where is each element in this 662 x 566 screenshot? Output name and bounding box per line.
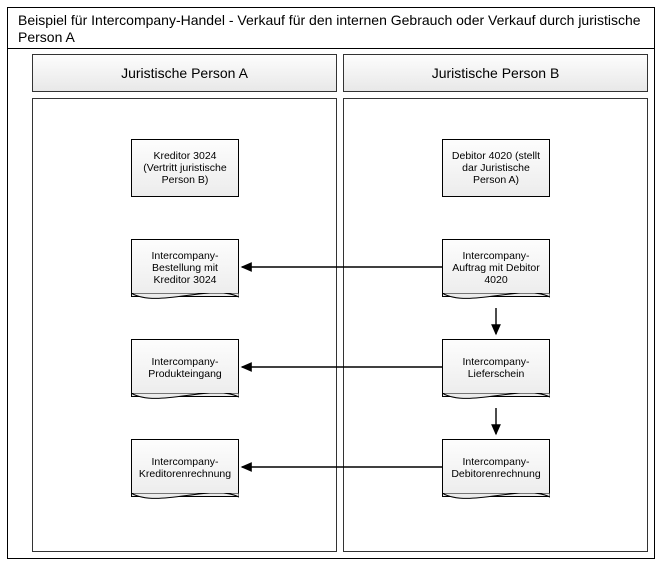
node-b-debitorenrechnung: Intercompany-Debitorenrechnung [442,439,550,497]
node-label: Intercompany-Lieferschein [447,356,545,380]
document-tail-icon [131,293,239,307]
node-a-kreditor: Kreditor 3024 (Vertritt juristische Pers… [131,139,239,197]
title-separator [8,48,654,49]
swimlane-bodies: Kreditor 3024 (Vertritt juristische Pers… [32,98,648,552]
node-label: Intercompany-Kreditorenrechnung [136,456,234,480]
diagram-title: Beispiel für Intercompany-Handel - Verka… [8,8,654,48]
node-b-auftrag: Intercompany-Auftrag mit Debitor 4020 [442,239,550,297]
lane-header-a: Juristische Person A [32,54,337,92]
document-tail-icon [442,493,550,507]
node-label: Debitor 4020 (stellt dar Juristische Per… [447,150,545,186]
node-b-debitor: Debitor 4020 (stellt dar Juristische Per… [442,139,550,197]
lane-body-a: Kreditor 3024 (Vertritt juristische Pers… [32,98,337,552]
node-a-bestellung: Intercompany-Bestellung mit Kreditor 302… [131,239,239,297]
node-a-kreditorenrechnung: Intercompany-Kreditorenrechnung [131,439,239,497]
diagram-frame: Beispiel für Intercompany-Handel - Verka… [7,7,655,559]
node-label: Intercompany-Auftrag mit Debitor 4020 [447,250,545,286]
node-label: Intercompany-Produkteingang [136,356,234,380]
swimlane-headers: Juristische Person A Juristische Person … [32,54,648,92]
node-label: Kreditor 3024 (Vertritt juristische Pers… [136,150,234,186]
document-tail-icon [131,493,239,507]
lane-header-b: Juristische Person B [343,54,648,92]
node-b-lieferschein: Intercompany-Lieferschein [442,339,550,397]
left-gutter [8,48,32,558]
node-a-produkteingang: Intercompany-Produkteingang [131,339,239,397]
node-label: Intercompany-Debitorenrechnung [447,456,545,480]
document-tail-icon [131,393,239,407]
document-tail-icon [442,393,550,407]
lane-body-b: Debitor 4020 (stellt dar Juristische Per… [343,98,648,552]
document-tail-icon [442,293,550,307]
node-label: Intercompany-Bestellung mit Kreditor 302… [136,250,234,286]
